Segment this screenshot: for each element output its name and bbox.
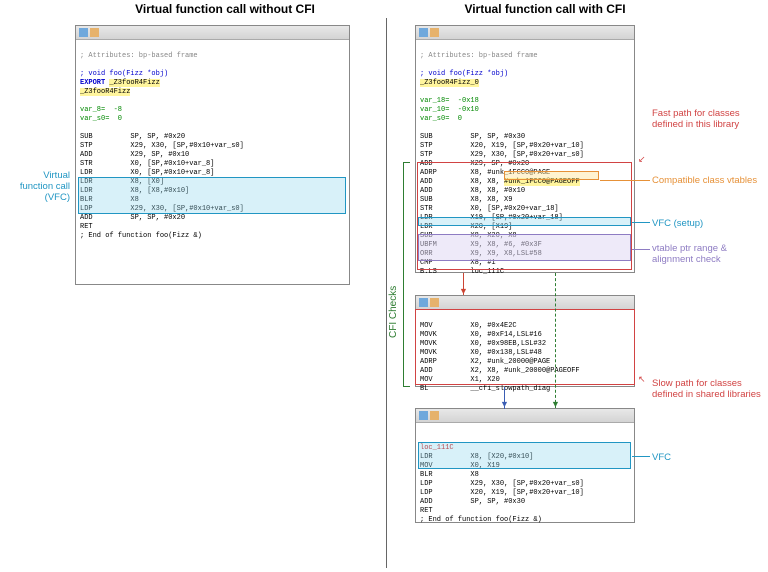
left-pane: ; Attributes: bp-based frame ; void foo(… bbox=[75, 25, 350, 285]
titlebar bbox=[416, 409, 634, 423]
window-icon bbox=[419, 411, 428, 420]
vfc-label: Virtual function call (VFC) bbox=[18, 170, 70, 203]
arrow-to-fast: ↙ bbox=[638, 155, 646, 164]
code-block: ; Attributes: bp-based frame ; void foo(… bbox=[76, 40, 349, 253]
right-pane-2: MOV X0, #0x4E2C MOVK X0, #0xF14,LSL#16 M… bbox=[415, 295, 635, 387]
arrow-to-slow: ↖ bbox=[638, 375, 646, 384]
vfc-right-label: VFC bbox=[652, 452, 671, 463]
code-block: loc_111C LDR X8, [X20,#0x10] MOV X0, X19… bbox=[416, 423, 634, 537]
window-icon bbox=[419, 28, 428, 37]
fast-label: Fast path for classes defined in this li… bbox=[652, 108, 762, 130]
leader-cyan bbox=[632, 222, 650, 223]
arrow-down-icon: ▼ bbox=[459, 287, 468, 296]
window-icon bbox=[430, 298, 439, 307]
conn-green bbox=[555, 273, 556, 408]
right-pane-3: loc_111C LDR X8, [X20,#0x10] MOV X0, X19… bbox=[415, 408, 635, 523]
window-icon bbox=[79, 28, 88, 37]
leader-orange bbox=[600, 180, 650, 181]
titlebar bbox=[416, 296, 634, 310]
titlebar bbox=[76, 26, 349, 40]
window-icon bbox=[419, 298, 428, 307]
leader-cyan2 bbox=[632, 456, 650, 457]
right-pane-1: ; Attributes: bp-based frame ; void foo(… bbox=[415, 25, 635, 273]
arrow-down-icon: ▼ bbox=[551, 400, 560, 409]
window-icon bbox=[430, 411, 439, 420]
window-icon bbox=[430, 28, 439, 37]
cfi-label: CFI Checks bbox=[388, 286, 399, 338]
slow-label: Slow path for classes defined in shared … bbox=[652, 378, 762, 400]
window-icon bbox=[90, 28, 99, 37]
right-heading: Virtual function call with CFI bbox=[430, 2, 660, 16]
code-block: MOV X0, #0x4E2C MOVK X0, #0xF14,LSL#16 M… bbox=[416, 310, 634, 406]
left-heading: Virtual function call without CFI bbox=[100, 2, 350, 16]
code-block: ; Attributes: bp-based frame ; void foo(… bbox=[416, 40, 634, 289]
arrow-down-icon: ▼ bbox=[500, 400, 509, 409]
compat-label: Compatible class vtables bbox=[652, 175, 762, 186]
titlebar bbox=[416, 26, 634, 40]
range-label: vtable ptr range & alignment check bbox=[652, 243, 762, 265]
divider bbox=[386, 18, 387, 568]
leader-purple bbox=[632, 249, 650, 250]
cfi-bracket bbox=[403, 162, 404, 387]
setup-label: VFC (setup) bbox=[652, 218, 703, 229]
